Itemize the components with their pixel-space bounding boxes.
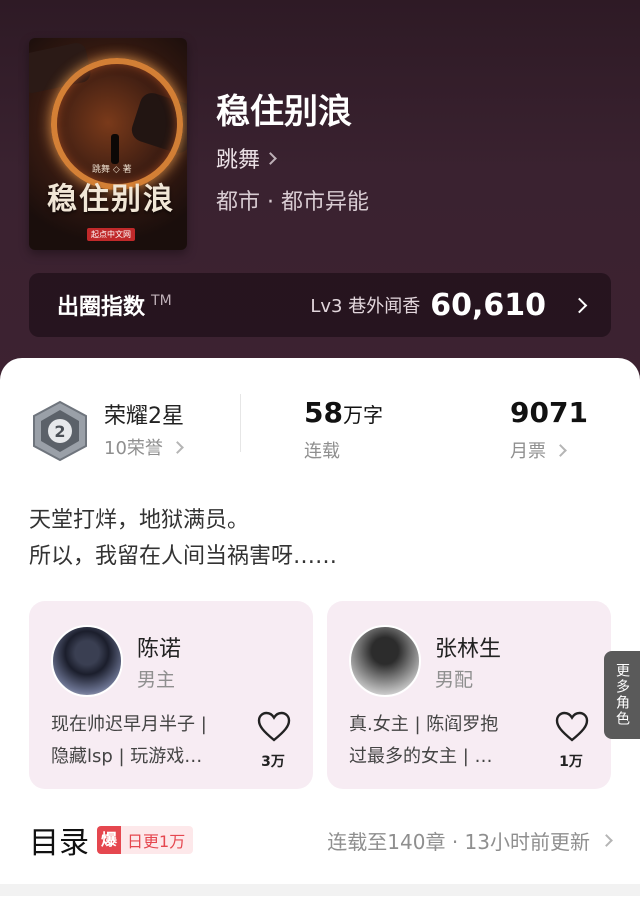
- circle-index-bar[interactable]: 出圈指数 TM Lv3 巷外闻香 60,610: [29, 273, 611, 337]
- cover-title: 稳住别浪: [47, 182, 175, 217]
- character-avatar: [349, 625, 421, 697]
- divider: [240, 394, 241, 452]
- stats-row: 2 荣耀2星 10荣誉 58万字 连载 9071 月票: [0, 390, 640, 470]
- book-header: 跳舞 ◇ 著 稳住别浪 起点中文网 稳住别浪 跳舞 都市 · 都市异能 出圈指数…: [0, 0, 640, 380]
- book-blurb[interactable]: 天堂打烊，地狱满员。 所以，我留在人间当祸害呀……: [29, 503, 337, 575]
- chevron-right-icon: [600, 833, 613, 847]
- update-badge: 爆 日更1万: [97, 826, 194, 854]
- character-avatar: [51, 625, 123, 697]
- monthly-votes-label: 月票: [510, 441, 546, 462]
- character-name: 张林生: [435, 637, 502, 662]
- chevron-right-icon: [264, 151, 277, 165]
- serial-status: 连载: [304, 441, 340, 462]
- honor-badge-number: 2: [54, 422, 65, 441]
- like-count: 1万: [559, 754, 583, 770]
- chevron-right-icon: [571, 297, 588, 313]
- hot-icon: 爆: [97, 826, 122, 854]
- heart-icon[interactable]: [555, 711, 589, 743]
- table-of-contents-row[interactable]: 目录 爆 日更1万 连载至140章 · 13小时前更新: [29, 818, 613, 862]
- circle-index-label: 出圈指数: [57, 295, 146, 320]
- word-count-stat: 58万字 连载: [304, 396, 383, 463]
- circle-index-level: Lv3 巷外闻香: [310, 296, 421, 317]
- character-description-line: 隐藏lsp | 玩游戏…: [51, 746, 203, 767]
- author-name: 跳舞: [216, 148, 261, 173]
- book-genre: 都市 · 都市异能: [216, 190, 369, 215]
- word-count-value: 58: [304, 396, 343, 429]
- heart-icon[interactable]: [257, 711, 291, 743]
- section-divider: [0, 884, 640, 896]
- character-role: 男主: [137, 669, 176, 691]
- honor-count: 10荣誉: [104, 438, 163, 459]
- character-description: 现在帅迟早月半子 | 隐藏lsp | 玩游戏…: [51, 709, 247, 773]
- more-characters-tab[interactable]: 更多角色: [604, 651, 640, 739]
- author-link[interactable]: 跳舞: [216, 142, 277, 174]
- toc-status: 连载至140章 · 13小时前更新: [327, 826, 613, 855]
- blurb-line: 天堂打烊，地狱满员。: [29, 508, 250, 533]
- character-name: 陈诺: [137, 637, 182, 662]
- serial-progress: 连载至140章 · 13小时前更新: [327, 829, 590, 854]
- daily-update-label: 日更1万: [127, 832, 186, 851]
- toc-title: 目录: [29, 826, 89, 861]
- honor-title[interactable]: 荣耀2星: [104, 398, 184, 430]
- character-role: 男配: [435, 669, 474, 691]
- cover-publisher: 起点中文网: [87, 228, 135, 241]
- like-count: 3万: [261, 754, 285, 770]
- character-description: 真.女主 | 陈阎罗抱 过最多的女主 | …: [349, 709, 545, 773]
- character-description-line: 过最多的女主 | …: [349, 746, 493, 767]
- book-title: 稳住别浪: [216, 92, 352, 132]
- book-cover[interactable]: 跳舞 ◇ 著 稳住别浪 起点中文网: [29, 38, 187, 250]
- character-description-line: 真.女主 | 陈阎罗抱: [349, 714, 499, 735]
- blurb-line: 所以，我留在人间当祸害呀……: [29, 544, 338, 569]
- character-card[interactable]: 陈诺 男主 现在帅迟早月半子 | 隐藏lsp | 玩游戏… 3万: [29, 601, 313, 789]
- cover-art-figure: [111, 134, 119, 164]
- character-card[interactable]: 张林生 男配 真.女主 | 陈阎罗抱 过最多的女主 | … 1万: [327, 601, 611, 789]
- honor-link[interactable]: 10荣誉: [104, 434, 184, 460]
- honor-badge-icon[interactable]: 2: [31, 400, 89, 462]
- trademark-mark: TM: [151, 293, 172, 309]
- chevron-right-icon: [554, 443, 567, 457]
- character-description-line: 现在帅迟早月半子 |: [51, 714, 207, 735]
- circle-index-value: 60,610: [430, 287, 546, 323]
- chevron-right-icon: [171, 440, 184, 454]
- monthly-votes-stat[interactable]: 9071 月票: [510, 396, 588, 463]
- monthly-votes-value: 9071: [510, 396, 588, 429]
- word-count-unit: 万字: [342, 403, 383, 427]
